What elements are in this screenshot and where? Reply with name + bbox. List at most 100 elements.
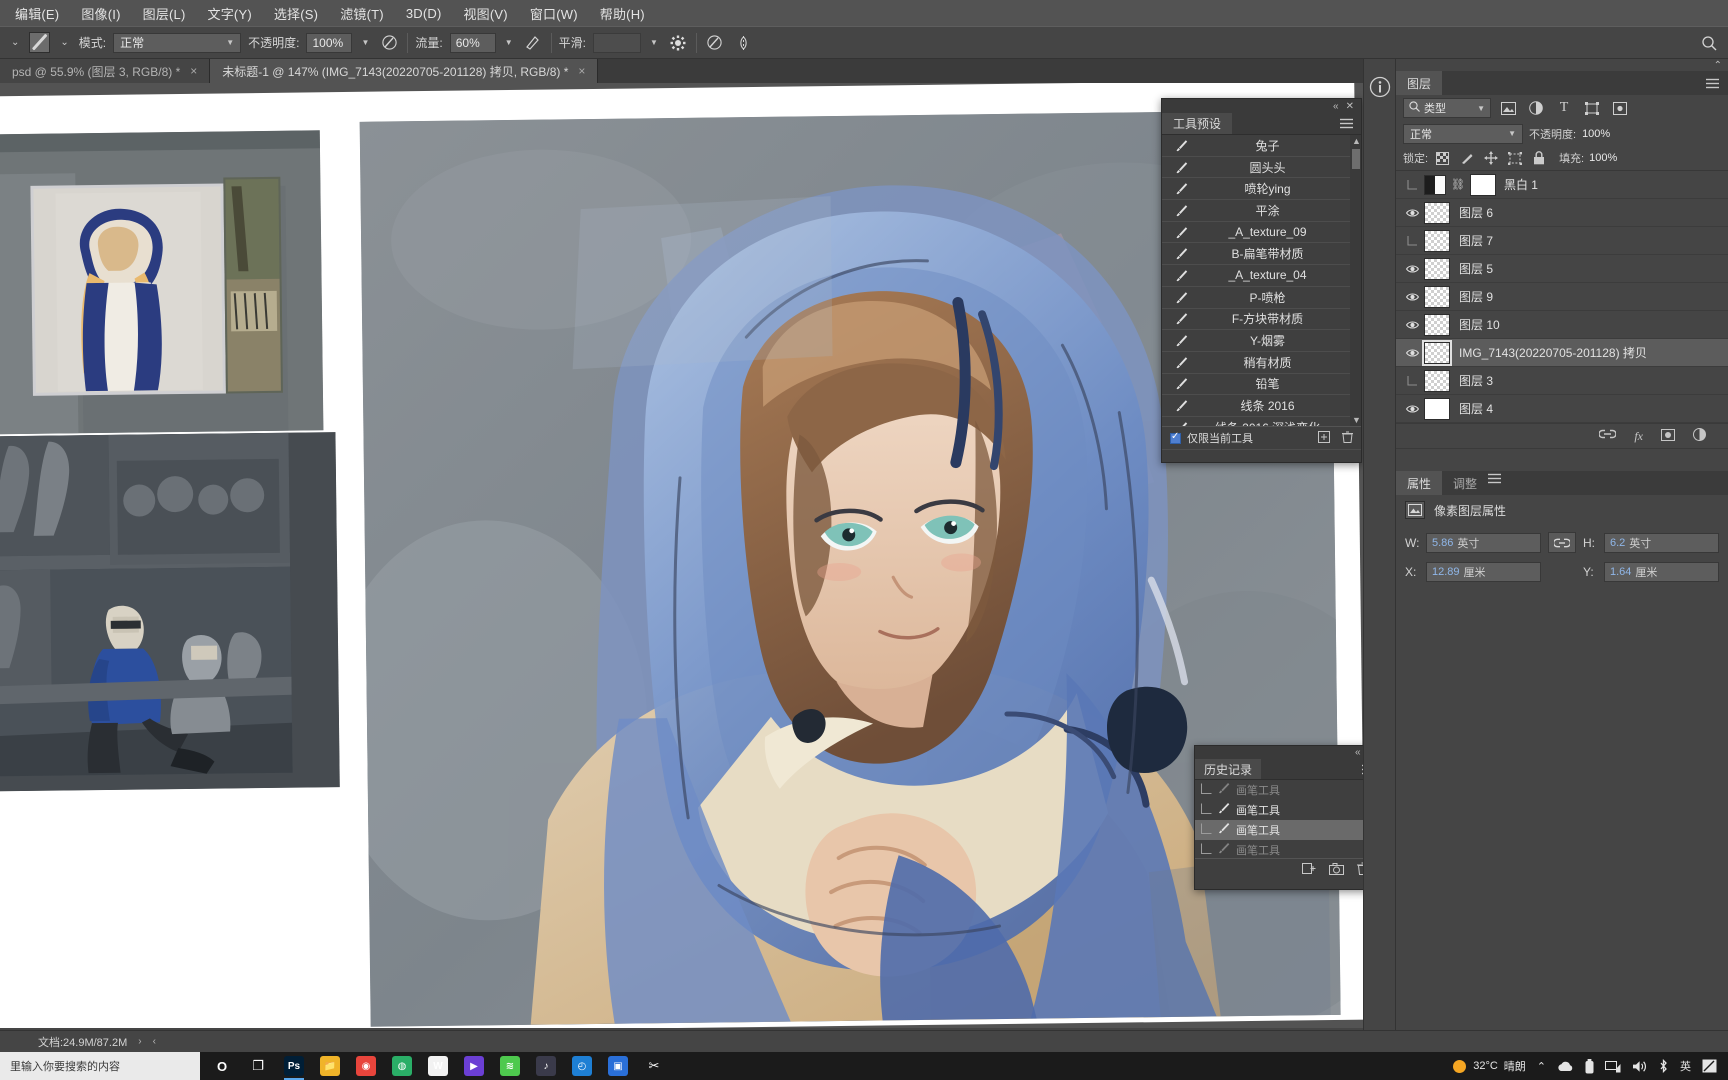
tool-preset-item[interactable]: 兔子	[1162, 135, 1361, 157]
layer-row[interactable]: 图层 9	[1396, 283, 1728, 311]
x-input[interactable]: 12.89 厘米	[1426, 562, 1541, 582]
tool-preset-item[interactable]: 平涂	[1162, 200, 1361, 222]
layer-blend-mode-select[interactable]: 正常 ▼	[1403, 123, 1523, 144]
tool-preset-item[interactable]: Y-烟雾	[1162, 330, 1361, 352]
tool-preset-item[interactable]: 线条 2016	[1162, 395, 1361, 417]
layer-row[interactable]: 图层 7	[1396, 227, 1728, 255]
current-tool-only-checkbox[interactable]	[1170, 431, 1181, 444]
tool-preset-item[interactable]: 线条 2016 深浅变化	[1162, 417, 1361, 426]
tab-history[interactable]: 历史记录	[1195, 759, 1262, 779]
history-list[interactable]: ▲ ▼ 画笔工具画笔工具画笔工具画笔工具	[1195, 780, 1383, 858]
layer-row[interactable]: 图层 10	[1396, 311, 1728, 339]
menu-type[interactable]: 文字(Y)	[197, 1, 263, 26]
volume-icon[interactable]	[1632, 1060, 1647, 1073]
lock-position-icon[interactable]	[1481, 149, 1500, 167]
lock-all-icon[interactable]	[1529, 149, 1548, 167]
history-item[interactable]: 画笔工具	[1195, 840, 1383, 858]
layer-thumbnail[interactable]	[1424, 229, 1450, 252]
opacity-chevron-icon[interactable]: ▼	[359, 38, 371, 47]
gear-icon[interactable]	[667, 32, 689, 54]
tool-preset-item[interactable]: 稍有材质	[1162, 352, 1361, 374]
tab-tool-presets[interactable]: 工具预设	[1162, 113, 1233, 134]
tool-preset-item[interactable]: _A_texture_04	[1162, 265, 1361, 287]
camera-snapshot-icon[interactable]	[1329, 862, 1344, 880]
document-tab-2[interactable]: 未标题-1 @ 147% (IMG_7143(20220705-201128) …	[210, 59, 599, 83]
tool-presets-resize-grip[interactable]	[1162, 449, 1361, 461]
document-tab-1[interactable]: psd @ 55.9% (图层 3, RGB/8) * ×	[0, 59, 211, 83]
layer-opacity-value[interactable]: 100%	[1582, 128, 1610, 140]
menu-help[interactable]: 帮助(H)	[589, 1, 656, 26]
eye-visible-icon[interactable]	[1400, 320, 1424, 330]
y-input[interactable]: 1.64 厘米	[1604, 562, 1719, 582]
task-view-icon[interactable]: ❐	[240, 1052, 276, 1080]
weather-widget[interactable]: 32°C 晴朗	[1453, 1058, 1526, 1074]
eye-visible-icon[interactable]	[1400, 208, 1424, 218]
cloud-icon[interactable]	[1557, 1061, 1574, 1072]
search-icon[interactable]	[1698, 32, 1720, 54]
layer-filter-type-select[interactable]: 类型 ▼	[1403, 98, 1491, 118]
tool-presets-panel[interactable]: « ✕ 工具预设 ▲ ▼ 兔子 圆头头 喷轮ying 平涂 _A_texture_09 B…	[1161, 98, 1362, 463]
history-item[interactable]: 画笔工具	[1195, 780, 1383, 800]
layer-row[interactable]: 图层 4	[1396, 395, 1728, 423]
collapse-icon[interactable]: «	[1333, 101, 1339, 112]
tab-layers[interactable]: 图层	[1396, 71, 1443, 95]
menu-view[interactable]: 视图(V)	[452, 1, 518, 26]
link-icon[interactable]: ⛓	[1451, 178, 1465, 191]
close-icon[interactable]: ✕	[1346, 101, 1354, 112]
width-input[interactable]: 5.86 英寸	[1426, 532, 1541, 553]
history-panel[interactable]: « ✕ 历史记录 ▲ ▼ 画笔工具画笔工具画笔工具画笔工具	[1194, 745, 1384, 890]
new-document-from-state-icon[interactable]	[1302, 862, 1316, 880]
status-next-icon[interactable]: ›	[138, 1036, 141, 1047]
eye-visible-icon[interactable]	[1400, 404, 1424, 414]
tool-preset-item[interactable]: F-方块带材质	[1162, 309, 1361, 331]
link-icon[interactable]	[1548, 532, 1576, 553]
filter-type-layers-icon[interactable]: T	[1553, 98, 1575, 118]
lock-image-icon[interactable]	[1457, 149, 1476, 167]
eye-hidden-icon[interactable]	[1400, 235, 1424, 247]
filter-shape-layers-icon[interactable]	[1581, 98, 1603, 118]
menu-filter[interactable]: 滤镜(T)	[329, 1, 395, 26]
layer-thumbnail[interactable]	[1424, 313, 1450, 336]
network-icon[interactable]	[1605, 1060, 1621, 1073]
tool-presets-titlebar[interactable]: « ✕	[1162, 99, 1361, 113]
tool-presets-scroll-thumb[interactable]	[1352, 149, 1360, 169]
layer-thumbnail[interactable]	[1422, 339, 1452, 366]
eye-visible-icon[interactable]	[1400, 292, 1424, 302]
new-adjustment-layer-icon[interactable]	[1693, 428, 1706, 444]
brush-preset-chevron-icon[interactable]: ⌄	[57, 37, 71, 48]
layer-thumbnail[interactable]	[1424, 369, 1450, 392]
new-preset-icon[interactable]	[1318, 430, 1330, 446]
menu-select[interactable]: 选择(S)	[263, 1, 329, 26]
link-layers-icon[interactable]	[1598, 429, 1618, 443]
tool-preset-item[interactable]: P-喷枪	[1162, 287, 1361, 309]
layer-row[interactable]: 图层 6	[1396, 199, 1728, 227]
height-input[interactable]: 6.2 英寸	[1604, 532, 1719, 553]
layer-thumbnail[interactable]	[1424, 397, 1450, 420]
layer-row[interactable]: IMG_7143(20220705-201128) 拷贝	[1396, 339, 1728, 367]
info-icon[interactable]	[1364, 71, 1396, 103]
lock-artboard-icon[interactable]	[1505, 149, 1524, 167]
opacity-input[interactable]: 100%	[306, 32, 353, 53]
chrome-icon[interactable]: ◉	[348, 1052, 384, 1080]
history-titlebar[interactable]: « ✕	[1195, 746, 1383, 759]
battery-icon[interactable]	[1585, 1058, 1594, 1074]
tool-options-chevron-icon[interactable]: ⌄	[8, 37, 22, 48]
tab-properties[interactable]: 属性	[1396, 471, 1443, 495]
hamburger-icon[interactable]	[1488, 471, 1502, 495]
fill-value[interactable]: 100%	[1589, 152, 1617, 164]
fx-icon[interactable]: fx	[1634, 429, 1643, 444]
layers-list[interactable]: ⛓ 黑白 1 图层 6 图层 7 图层 5 图层 9 图层 10 IMG_7143(20220…	[1396, 170, 1728, 423]
app-w-icon[interactable]: W	[420, 1052, 456, 1080]
filter-smart-objects-icon[interactable]	[1609, 98, 1631, 118]
layer-row[interactable]: 图层 5	[1396, 255, 1728, 283]
filter-pixel-layers-icon[interactable]	[1497, 98, 1519, 118]
wechat-icon[interactable]: ◍	[384, 1052, 420, 1080]
blend-mode-select[interactable]: 正常 ▼	[113, 32, 242, 53]
menu-layer[interactable]: 图层(L)	[132, 1, 197, 26]
scroll-up-icon[interactable]: ▲	[1352, 136, 1361, 146]
flow-input[interactable]: 60%	[449, 32, 496, 53]
tool-preset-item[interactable]: B-扁笔带材质	[1162, 243, 1361, 266]
layer-thumbnail[interactable]	[1424, 257, 1450, 280]
flow-chevron-icon[interactable]: ▼	[503, 38, 515, 47]
collapse-icon[interactable]: «	[1355, 747, 1361, 758]
